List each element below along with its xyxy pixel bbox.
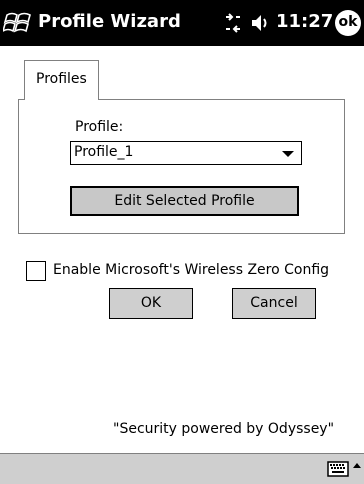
profile-dropdown[interactable]: Profile_1 xyxy=(70,141,302,165)
wireless-zero-config-label[interactable]: Enable Microsoft's Wireless Zero Config xyxy=(53,262,329,278)
title-ok-button[interactable]: ok xyxy=(335,10,361,36)
ok-button[interactable]: OK xyxy=(109,288,193,319)
profile-label: Profile: xyxy=(75,119,124,135)
cancel-button[interactable]: Cancel xyxy=(232,288,316,319)
chevron-down-icon[interactable] xyxy=(282,151,294,157)
connectivity-icon[interactable] xyxy=(222,13,244,33)
keyboard-icon[interactable] xyxy=(327,461,349,477)
app-title: Profile Wizard xyxy=(38,11,181,32)
edit-selected-profile-button[interactable]: Edit Selected Profile xyxy=(70,186,299,216)
security-footer-text: "Security powered by Odyssey" xyxy=(113,421,335,437)
tab-profiles-label: Profiles xyxy=(36,71,87,87)
wireless-zero-config-checkbox[interactable] xyxy=(26,261,46,281)
menu-bar xyxy=(0,453,364,484)
clock[interactable]: 11:27 xyxy=(276,11,333,32)
volume-icon[interactable] xyxy=(250,13,272,33)
title-bar: Profile Wizard 11:27 ok xyxy=(0,0,364,46)
sip-arrow-icon[interactable] xyxy=(353,463,361,468)
tab-profiles[interactable]: Profiles xyxy=(24,60,99,100)
profile-dropdown-value: Profile_1 xyxy=(74,144,134,160)
windows-start-icon[interactable] xyxy=(3,7,33,37)
